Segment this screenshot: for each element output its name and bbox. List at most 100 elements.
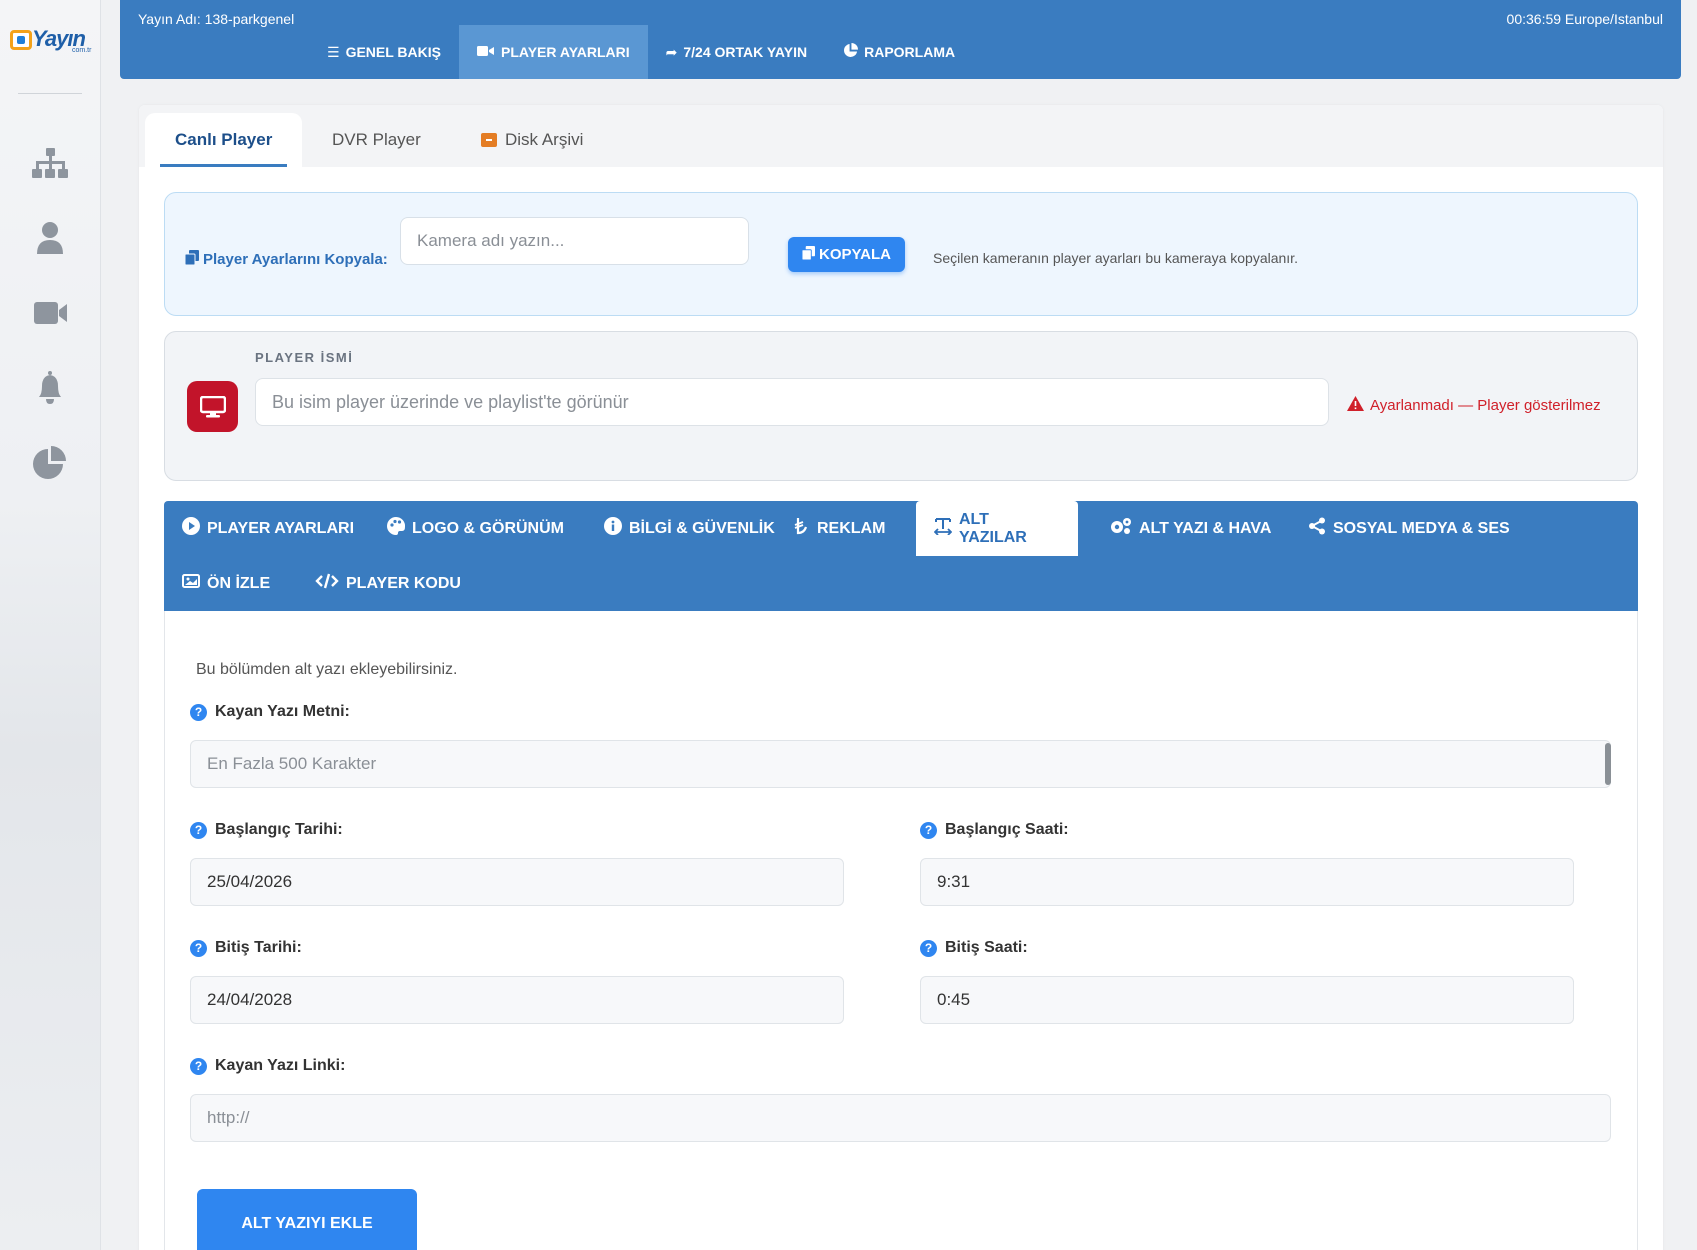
tab-label: PLAYER AYARLARI [207, 519, 355, 537]
stream-name: Yayın Adı: 138-parkgenel [138, 11, 295, 27]
brand-logo[interactable]: Yayın com.tr [10, 22, 92, 58]
share-icon: ➦ [665, 43, 678, 60]
copy-hint: Seçilen kameranın player ayarları bu kam… [933, 250, 1298, 266]
tab-logo-gorunum[interactable]: LOGO & GÖRÜNÜM [369, 501, 582, 556]
camera-search-input[interactable] [400, 217, 749, 265]
palette-icon [387, 516, 406, 540]
end-date-input[interactable] [190, 976, 844, 1024]
tab-label: Disk Arşivi [505, 130, 584, 149]
warning-icon [1347, 396, 1364, 415]
tab-label: DVR Player [332, 130, 421, 149]
help-icon[interactable]: ? [920, 939, 937, 957]
top-nav: ☰ GENEL BAKIŞ PLAYER AYARLARI ➦ 7/24 ORT… [309, 25, 973, 79]
end-time-input[interactable] [920, 976, 1574, 1024]
image-icon [182, 572, 200, 595]
player-name-warning: Ayarlanmadı — Player gösterilmez [1347, 396, 1601, 415]
kayan-yazi-input[interactable] [190, 740, 1611, 788]
link-input[interactable] [190, 1094, 1611, 1142]
tab-label: ALT YAZILAR [959, 510, 1027, 546]
label-text: Başlangıç Saati: [945, 821, 1069, 838]
start-time-input[interactable] [920, 858, 1574, 906]
logo-mark-icon [10, 30, 32, 50]
sidebar-divider [18, 93, 82, 94]
tab-label: ÖN İZLE [207, 574, 271, 592]
label-text: Bitiş Tarihi: [215, 939, 302, 956]
nav-raporlama[interactable]: RAPORLAMA [825, 25, 973, 79]
tab-disk-arsivi[interactable]: Disk Arşivi [481, 113, 583, 167]
textarea-scrollbar[interactable] [1605, 743, 1611, 785]
top-bar: Yayın Adı: 138-parkgenel 00:36:59 Europe… [120, 0, 1681, 79]
main-panel: Canlı Player DVR Player Disk Arşivi Play… [139, 105, 1663, 1250]
logo-sub: com.tr [72, 47, 92, 54]
subtitle-form: Bu bölümden alt yazı ekleyebilirsiniz. ?… [164, 611, 1638, 1250]
tab-bilgi-guvenlik[interactable]: BİLGİ & GÜVENLİK [586, 501, 793, 556]
tab-canli-player[interactable]: Canlı Player [145, 113, 302, 167]
help-icon[interactable]: ? [190, 821, 207, 839]
tab-player-kodu[interactable]: PLAYER KODU [297, 556, 479, 611]
player-name-label: PLAYER İSMİ [255, 350, 354, 365]
share-nodes-icon [1308, 517, 1326, 540]
chart-pie-icon[interactable] [30, 445, 70, 481]
copy-settings-label: Player Ayarlarını Kopyala: [184, 250, 388, 269]
video-camera-icon[interactable] [30, 295, 70, 331]
nav-label: PLAYER AYARLARI [501, 44, 630, 60]
add-subtitle-button[interactable]: ALT YAZIYI EKLE [197, 1189, 417, 1250]
tab-reklam[interactable]: REKLAM [774, 501, 903, 556]
tab-alt-yazilar[interactable]: ALT YAZILAR [916, 501, 1078, 556]
tab-player-ayarlari[interactable]: PLAYER AYARLARI [164, 501, 372, 556]
tab-label: PLAYER KODU [346, 574, 461, 592]
copy-button-label: KOPYALA [819, 246, 891, 263]
video-icon [477, 44, 495, 60]
settings-tabs: PLAYER AYARLARI LOGO & GÖRÜNÜM BİLGİ & G… [164, 501, 1638, 611]
nav-ortak-yayin[interactable]: ➦ 7/24 ORTAK YAYIN [648, 25, 825, 79]
copy-button[interactable]: KOPYALA [788, 237, 905, 272]
monitor-icon [187, 381, 238, 432]
sitemap-icon[interactable] [30, 146, 70, 182]
tab-sosyal-medya-ses[interactable]: SOSYAL MEDYA & SES [1290, 501, 1528, 556]
player-name-input[interactable] [255, 378, 1329, 426]
tab-on-izle[interactable]: ÖN İZLE [164, 556, 288, 611]
help-icon[interactable]: ? [190, 939, 207, 957]
player-name-box: PLAYER İSMİ Ayarlanmadı — Player gösteri… [164, 331, 1638, 481]
tab-label: SOSYAL MEDYA & SES [1333, 519, 1510, 537]
tab-label: BİLGİ & GÜVENLİK [629, 519, 775, 537]
copy-icon [184, 250, 199, 269]
start-time-label: ? Başlangıç Saati: [920, 821, 1069, 839]
end-time-label: ? Bitiş Saati: [920, 939, 1028, 957]
tab-label: REKLAM [817, 519, 886, 537]
archive-box-icon [481, 133, 497, 147]
active-tab-indicator [160, 164, 287, 167]
copy-label-text: Player Ayarlarını Kopyala: [203, 251, 388, 268]
tab-dvr-player[interactable]: DVR Player [332, 113, 421, 167]
help-icon[interactable]: ? [190, 1057, 207, 1075]
copy-settings-box: Player Ayarlarını Kopyala: KOPYALA Seçil… [164, 192, 1638, 316]
label-text: Kayan Yazı Linki: [215, 1057, 346, 1074]
form-intro: Bu bölümden alt yazı ekleyebilirsiniz. [196, 661, 458, 678]
nav-player-ayarlari[interactable]: PLAYER AYARLARI [459, 25, 648, 79]
label-text: Başlangıç Tarihi: [215, 821, 343, 838]
tab-label: Canlı Player [175, 130, 273, 149]
tab-label: ALT YAZI & HAVA [1139, 519, 1272, 537]
subtitle-icon [933, 517, 953, 540]
tab-alt-yazi-hava[interactable]: ALT YAZI & HAVA [1092, 501, 1289, 556]
user-icon[interactable] [30, 220, 70, 256]
player-type-tabs: Canlı Player DVR Player Disk Arşivi [139, 105, 1663, 167]
end-date-label: ? Bitiş Tarihi: [190, 939, 302, 957]
kayan-yazi-label: ? Kayan Yazı Metni: [190, 703, 350, 721]
help-icon[interactable]: ? [190, 703, 207, 721]
help-icon[interactable]: ? [920, 821, 937, 839]
tab-label: LOGO & GÖRÜNÜM [412, 519, 564, 537]
lira-icon [792, 517, 810, 540]
nav-genel-bakis[interactable]: ☰ GENEL BAKIŞ [309, 25, 459, 79]
start-date-label: ? Başlangıç Tarihi: [190, 821, 343, 839]
nav-label: RAPORLAMA [864, 44, 956, 60]
clock: 00:36:59 Europe/Istanbul [1506, 11, 1663, 27]
nav-label: GENEL BAKIŞ [345, 44, 441, 60]
bars-icon: ☰ [327, 43, 340, 60]
chart-pie-icon [843, 43, 859, 61]
copy-icon [801, 245, 816, 264]
bell-icon[interactable] [30, 370, 70, 406]
start-date-input[interactable] [190, 858, 844, 906]
label-text: Bitiş Saati: [945, 939, 1028, 956]
label-text: Kayan Yazı Metni: [215, 703, 350, 720]
